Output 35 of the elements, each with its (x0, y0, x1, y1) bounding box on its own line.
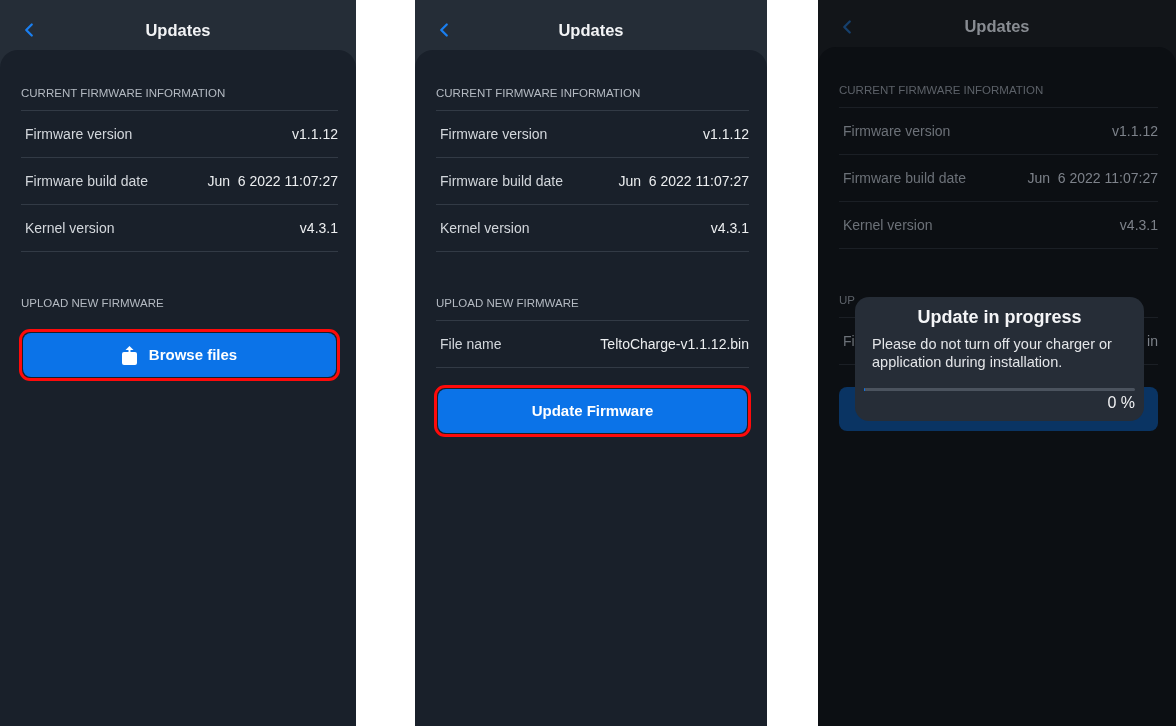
row-label: Kernel version (843, 215, 933, 235)
update-firmware-button[interactable]: Update Firmware (438, 389, 747, 433)
section-heading: CURRENT FIRMWARE INFORMATION (839, 82, 1158, 108)
row-value: v1.1.12 (1112, 121, 1158, 141)
row-value: v4.3.1 (299, 218, 338, 238)
row-label: Firmware build date (440, 171, 563, 191)
row-label: Kernel version (25, 218, 115, 238)
row-label: Firmware build date (843, 168, 966, 188)
row-label: Kernel version (440, 218, 530, 238)
row-label: Firmware version (25, 124, 133, 144)
upload-icon (121, 345, 137, 365)
browse-files-button[interactable]: Browse files (23, 333, 336, 377)
row-value: Jun 6 2022 11:07:27 (618, 171, 749, 191)
screen-title: Updates (144, 19, 212, 41)
screen-title: Updates (557, 19, 625, 41)
row-value: Jun 6 2022 11:07:27 (1027, 168, 1158, 188)
section-heading: CURRENT FIRMWARE INFORMATION (21, 85, 338, 111)
row-value: TeltoCharge-v1.1.12.bin (600, 334, 749, 354)
section-heading: CURRENT FIRMWARE INFORMATION (436, 85, 749, 111)
row-value: in (1147, 331, 1158, 351)
row-label: File name (440, 334, 502, 354)
row-value: Jun 6 2022 11:07:27 (207, 171, 338, 191)
dialog-message: Please do not turn off your charger or application during installation. (871, 335, 1113, 371)
row-value: v1.1.12 (703, 124, 749, 144)
section-heading: UPLOAD NEW FIRMWARE (436, 295, 749, 321)
row-label: Fi (843, 331, 855, 351)
row-value: v4.3.1 (710, 218, 749, 238)
screen-title: Updates (963, 16, 1031, 38)
row-value: v4.3.1 (1119, 215, 1158, 235)
progress-reading: 0 % (1107, 393, 1135, 413)
row-label: Firmware version (440, 124, 548, 144)
row-value: v1.1.12 (292, 124, 338, 144)
section-heading: UPLOAD NEW FIRMWARE (21, 296, 165, 311)
row-label: Firmware version (843, 121, 951, 141)
row-label: Firmware build date (25, 171, 148, 191)
